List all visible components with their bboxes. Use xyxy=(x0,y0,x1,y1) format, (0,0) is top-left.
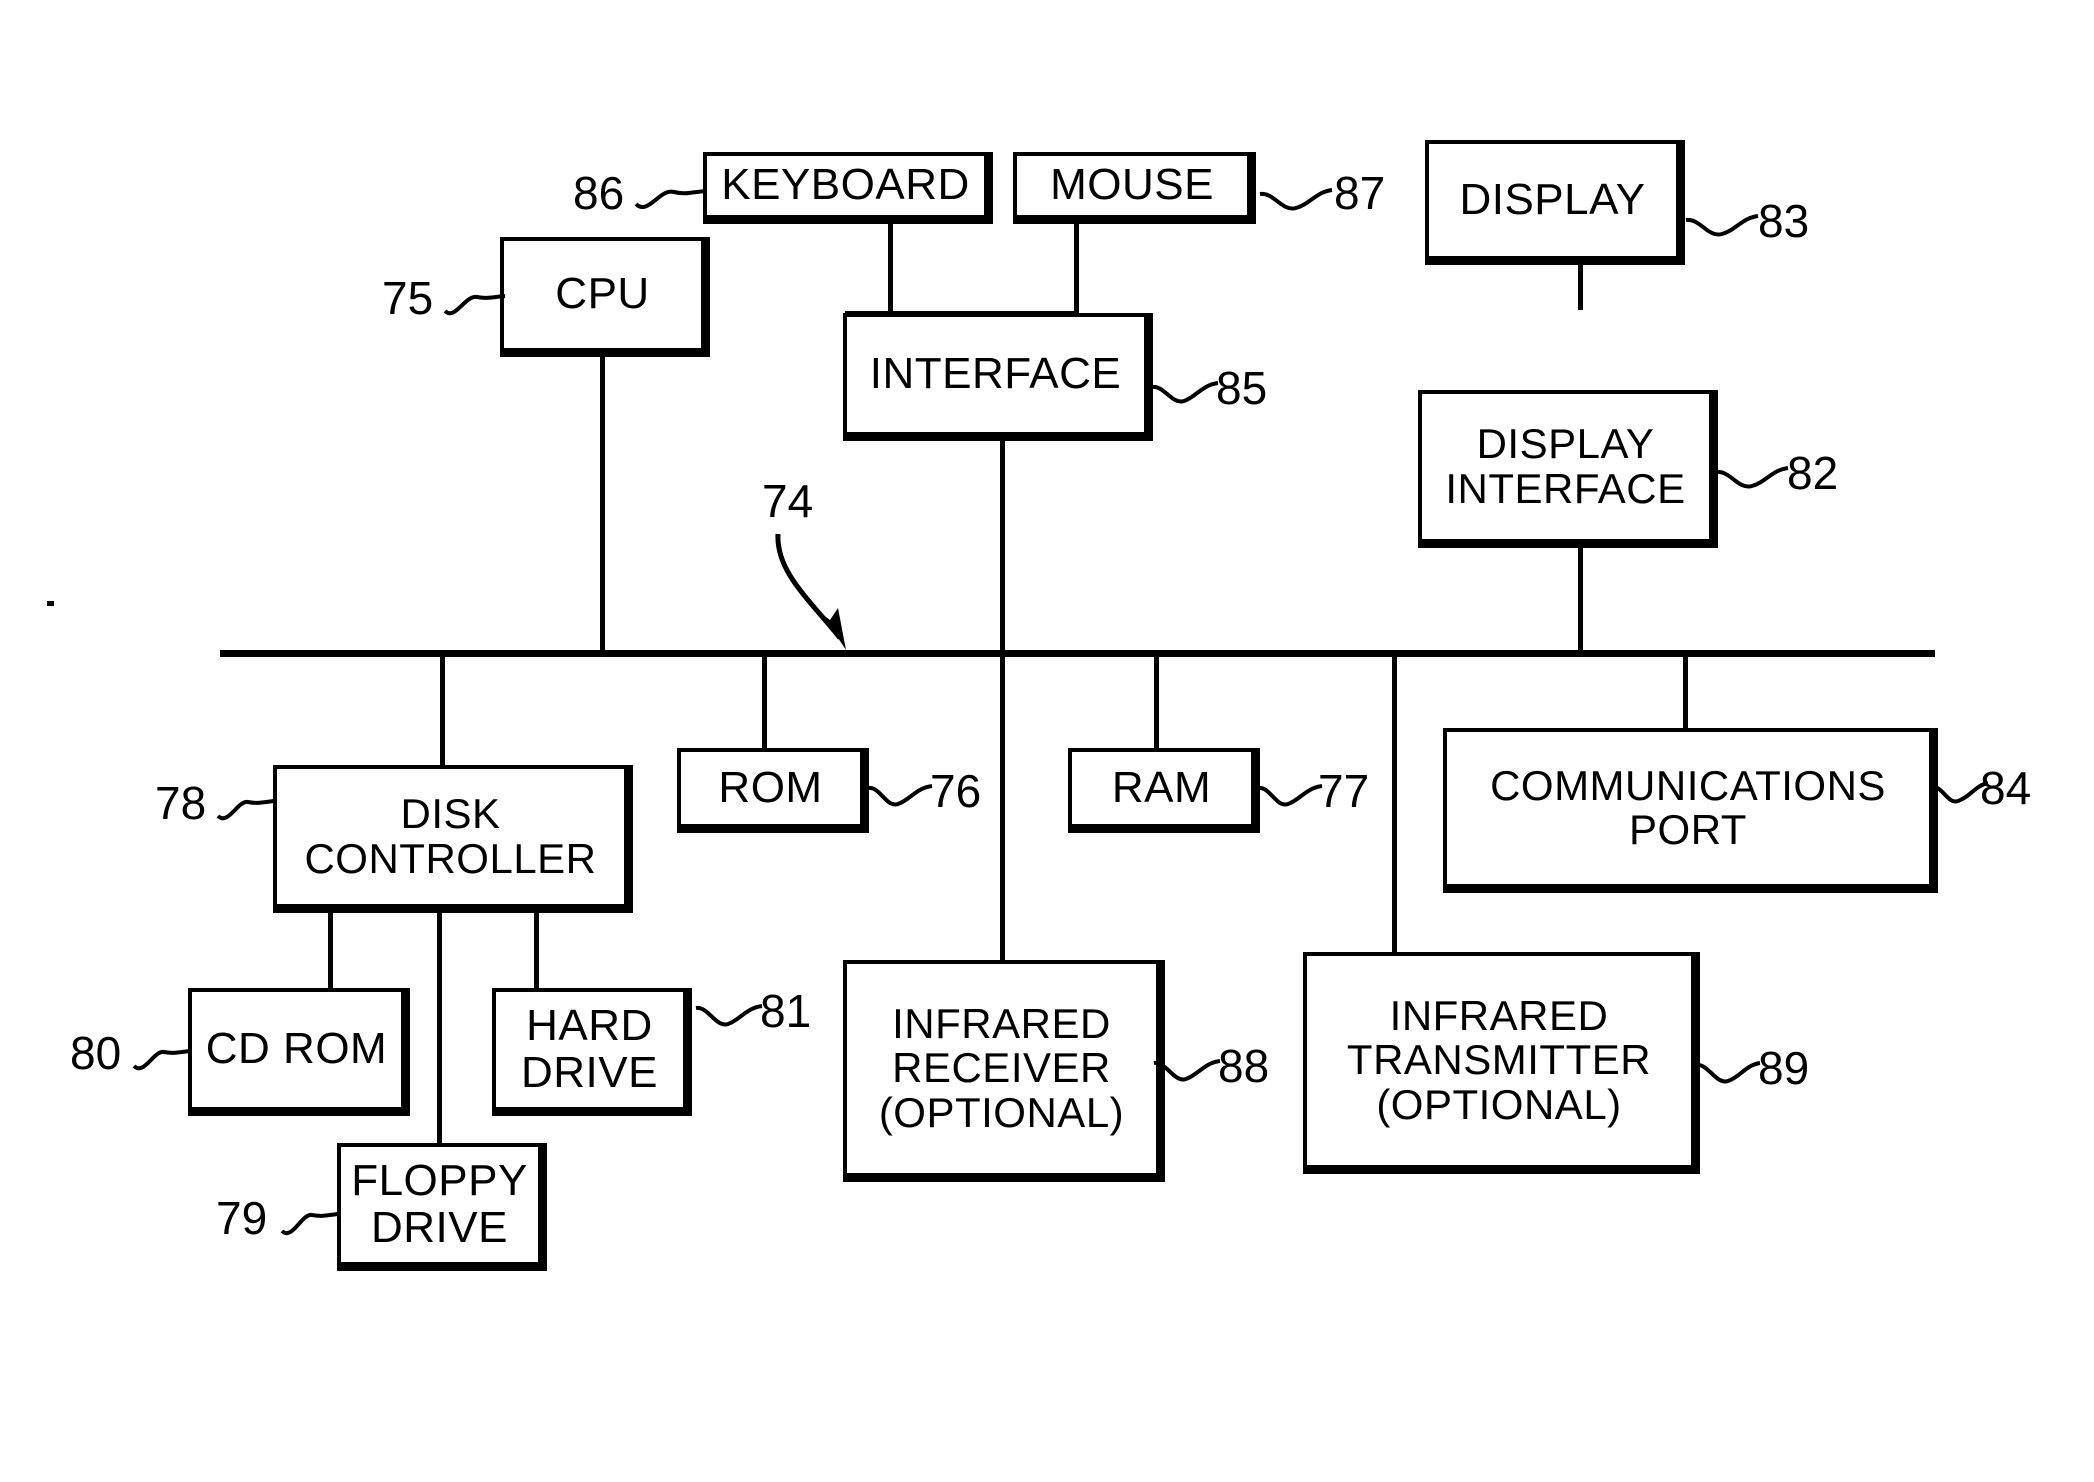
leader-88-icon xyxy=(1153,1059,1221,1082)
block-display[interactable]: DISPLAY xyxy=(1425,140,1685,265)
block-mouse[interactable]: MOUSE xyxy=(1013,152,1256,224)
leader-83-icon xyxy=(1685,214,1759,237)
ref-89: 89 xyxy=(1758,1042,1810,1094)
leader-85-icon xyxy=(1151,381,1219,404)
leader-89-icon xyxy=(1695,1061,1761,1084)
block-keyboard[interactable]: KEYBOARD xyxy=(703,152,993,224)
connector-bus-to-infrared-receiver xyxy=(1000,652,1005,962)
connector-bus-to-rom xyxy=(762,652,767,750)
leader-77-icon xyxy=(1257,784,1323,807)
leader-82-icon xyxy=(1715,466,1789,489)
block-hard-drive[interactable]: HARD DRIVE xyxy=(492,988,692,1116)
ref-88: 88 xyxy=(1218,1040,1270,1092)
block-interface[interactable]: INTERFACE xyxy=(843,313,1153,441)
block-infrared-transmitter[interactable]: INFRARED TRANSMITTER (OPTIONAL) xyxy=(1303,952,1700,1174)
block-rom-label: ROM xyxy=(718,762,823,812)
leader-81-icon xyxy=(695,1004,763,1027)
ref-80: 80 xyxy=(70,1027,122,1079)
ref-75: 75 xyxy=(382,272,434,324)
ref-86: 86 xyxy=(573,167,625,219)
block-ram[interactable]: RAM xyxy=(1068,748,1260,833)
connector-bus-to-infrared-transmitter xyxy=(1392,652,1397,962)
block-interface-label: INTERFACE xyxy=(869,349,1122,399)
block-ram-label: RAM xyxy=(1111,762,1212,812)
leader-76-icon xyxy=(867,784,933,807)
block-infrared-receiver-label: INFRARED RECEIVER (OPTIONAL) xyxy=(878,1000,1125,1136)
block-communications-port[interactable]: COMMUNICATIONS PORT xyxy=(1443,728,1938,893)
leader-79-icon xyxy=(280,1212,339,1236)
leader-86-icon xyxy=(634,189,707,209)
connector-bus-to-ram xyxy=(1154,652,1159,750)
bus-ref-number: 74 xyxy=(762,475,814,527)
block-cd-rom[interactable]: CD ROM xyxy=(188,988,410,1116)
block-communications-port-label: COMMUNICATIONS PORT xyxy=(1490,761,1886,853)
block-mouse-label: MOUSE xyxy=(1050,160,1214,210)
leader-87-icon xyxy=(1259,188,1333,211)
ref-81: 81 xyxy=(760,985,812,1037)
block-cpu-label: CPU xyxy=(555,269,650,319)
block-display-interface-label: DISPLAY INTERFACE xyxy=(1445,420,1686,512)
connector-bus-to-communications-port xyxy=(1683,652,1688,730)
connector-display-interface-to-bus xyxy=(1578,545,1583,655)
block-display-interface[interactable]: DISPLAY INTERFACE xyxy=(1418,390,1718,548)
connector-disk-controller-to-cd-rom xyxy=(328,908,333,990)
ref-82: 82 xyxy=(1787,447,1839,499)
ink-speck xyxy=(47,601,54,606)
connector-bus-to-disk-controller xyxy=(440,652,445,772)
connector-disk-controller-to-hard-drive xyxy=(534,908,539,990)
block-disk-controller-label: DISK CONTROLLER xyxy=(304,790,597,882)
ref-78: 78 xyxy=(155,777,207,829)
block-cpu[interactable]: CPU xyxy=(500,237,710,357)
system-bus xyxy=(220,650,1935,657)
ref-83: 83 xyxy=(1758,195,1810,247)
block-display-label: DISPLAY xyxy=(1459,174,1646,224)
block-keyboard-label: KEYBOARD xyxy=(721,160,970,210)
leader-80-icon xyxy=(132,1049,191,1071)
block-floppy-drive[interactable]: FLOPPY DRIVE xyxy=(337,1143,547,1271)
bus-leader-arrow-icon xyxy=(775,533,846,650)
block-infrared-transmitter-label: INFRARED TRANSMITTER (OPTIONAL) xyxy=(1346,992,1652,1128)
ref-87: 87 xyxy=(1334,167,1386,219)
block-disk-controller[interactable]: DISK CONTROLLER xyxy=(273,765,633,913)
leader-78-icon xyxy=(216,799,275,821)
connector-disk-controller-to-floppy-drive xyxy=(437,908,442,1145)
connector-interface-to-bus xyxy=(1000,440,1005,655)
block-rom[interactable]: ROM xyxy=(677,748,869,833)
connector-cpu-to-bus xyxy=(600,355,605,655)
block-infrared-receiver[interactable]: INFRARED RECEIVER (OPTIONAL) xyxy=(843,960,1165,1182)
leader-75-icon xyxy=(443,294,506,316)
block-floppy-drive-label: FLOPPY DRIVE xyxy=(351,1156,528,1252)
ref-79: 79 xyxy=(216,1192,268,1244)
ref-76: 76 xyxy=(930,765,982,817)
ref-85: 85 xyxy=(1216,362,1268,414)
block-cd-rom-label: CD ROM xyxy=(205,1024,388,1074)
leader-84-icon xyxy=(1931,781,1989,804)
figure-canvas: 74 KEYBOARD 86 MOUSE 87 DISPLAY 83 CPU 7… xyxy=(0,0,2094,1482)
block-hard-drive-label: HARD DRIVE xyxy=(521,1001,658,1097)
